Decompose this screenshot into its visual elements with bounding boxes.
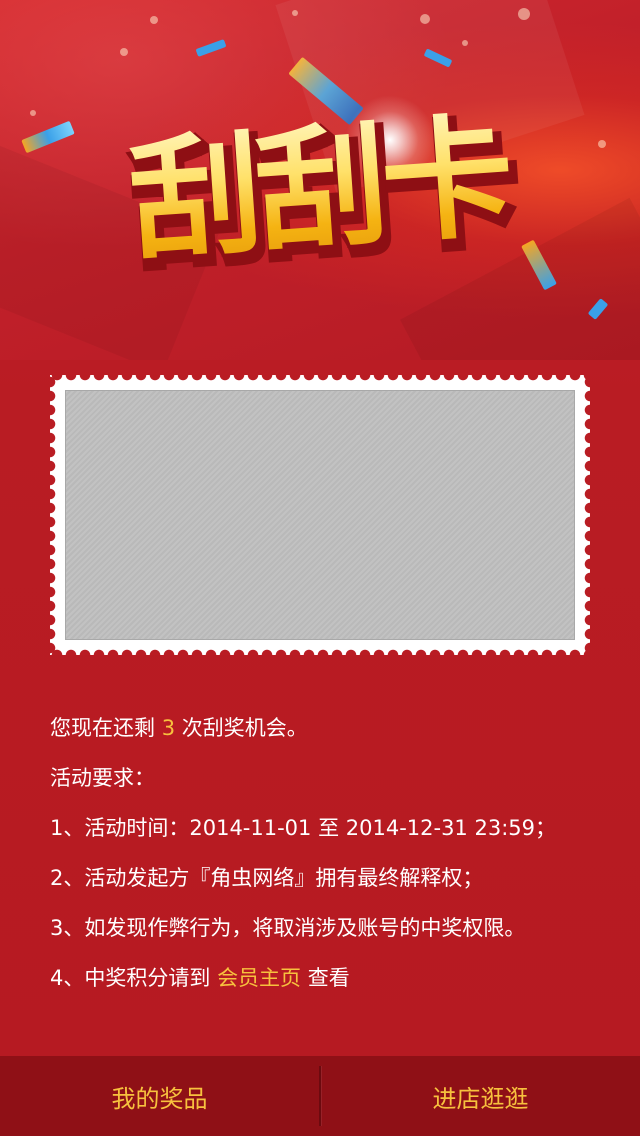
- rule-item: 1、活动时间：2014-11-01 至 2014-12-31 23:59；: [50, 816, 556, 840]
- sparkle: [420, 14, 430, 24]
- scratch-area[interactable]: [65, 390, 575, 640]
- rule-item: 3、如发现作弊行为，将取消涉及账号的中奖权限。: [50, 916, 526, 940]
- header-banner: 刮刮卡 刮刮卡: [0, 0, 640, 360]
- scratch-card-page: 刮刮卡 刮刮卡 您现在还剩 3 次刮奖机会。 活动要求： 1、活动时间：2014…: [0, 0, 640, 1136]
- sparkle: [518, 8, 530, 20]
- sparkle: [598, 140, 606, 148]
- remaining-prefix: 您现在还剩: [50, 716, 155, 740]
- requirements-heading: 活动要求：: [50, 766, 155, 790]
- sparkle: [120, 48, 128, 56]
- rule-4-prefix: 4、中奖积分请到: [50, 966, 211, 990]
- sparkle: [150, 16, 158, 24]
- my-prizes-button[interactable]: 我的奖品: [0, 1056, 319, 1136]
- page-title: 刮刮卡: [94, 90, 545, 290]
- rule-item: 2、活动发起方『角虫网络』拥有最终解释权；: [50, 866, 484, 890]
- sparkle: [292, 10, 298, 16]
- visit-store-button[interactable]: 进店逛逛: [321, 1056, 640, 1136]
- sparkle: [30, 110, 36, 116]
- remaining-chances: 您现在还剩 3 次刮奖机会。: [50, 705, 610, 755]
- activity-info: 您现在还剩 3 次刮奖机会。 活动要求： 1、活动时间：2014-11-01 至…: [50, 705, 610, 1005]
- remaining-suffix: 次刮奖机会。: [181, 716, 308, 740]
- remaining-count: 3: [161, 716, 176, 740]
- bottom-bar: 我的奖品 进店逛逛: [0, 1056, 640, 1136]
- confetti: [21, 120, 75, 154]
- member-home-link[interactable]: 会员主页: [217, 966, 301, 990]
- sparkle: [462, 40, 468, 46]
- rule-4-suffix: 查看: [307, 966, 350, 990]
- rule-item: 4、中奖积分请到 会员主页 查看: [50, 955, 610, 1005]
- title-logo: 刮刮卡 刮刮卡: [94, 90, 547, 320]
- confetti: [195, 39, 227, 57]
